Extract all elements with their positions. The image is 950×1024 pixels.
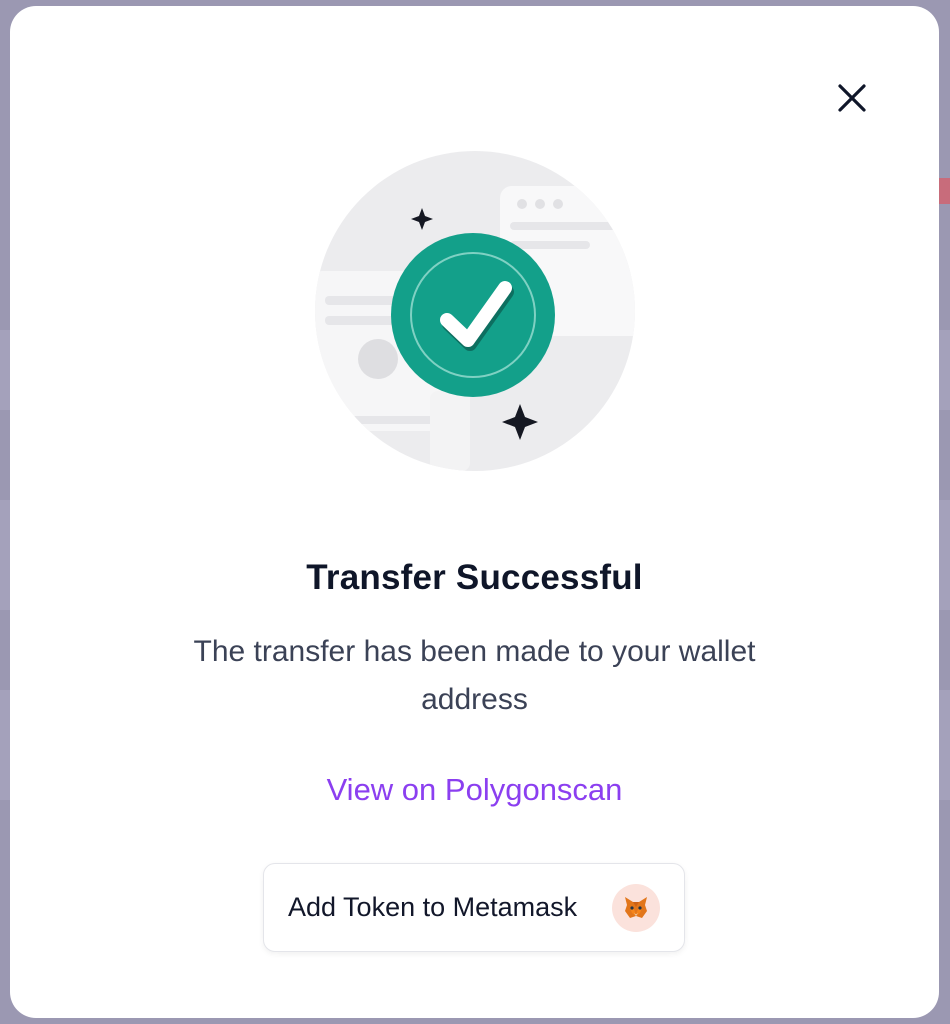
view-on-polygonscan-link[interactable]: View on Polygonscan <box>10 772 939 808</box>
metamask-button-label: Add Token to Metamask <box>288 892 578 922</box>
success-illustration <box>310 146 640 476</box>
close-icon <box>838 84 866 112</box>
metamask-fox-icon <box>612 884 660 932</box>
close-button[interactable] <box>832 78 872 118</box>
modal-message: The transfer has been made to your walle… <box>193 635 756 716</box>
modal-title: Transfer Successful <box>306 558 643 597</box>
checkmark-circle-icon <box>391 233 555 397</box>
background-accent <box>938 178 950 204</box>
add-token-to-metamask-button[interactable]: Add Token to Metamask <box>263 863 685 952</box>
transfer-success-modal: Transfer Successful The transfer has bee… <box>10 6 939 1018</box>
